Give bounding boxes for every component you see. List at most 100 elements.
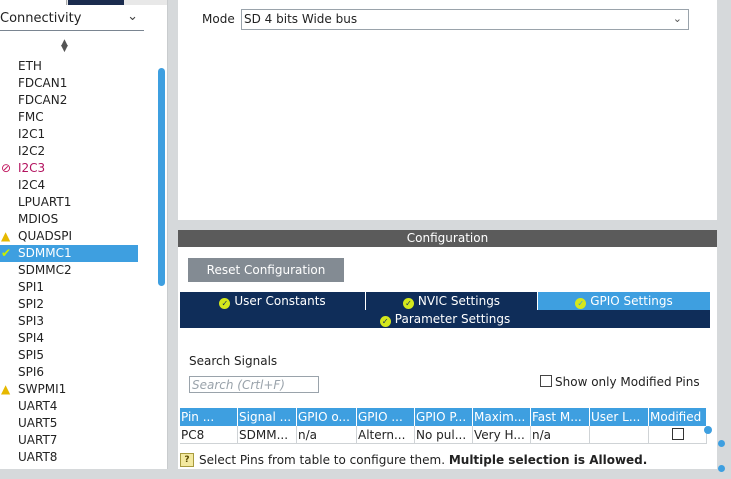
peripheral-item[interactable]: SDMMC2 — [0, 262, 138, 279]
tab-gpio-settings[interactable]: ✓ GPIO Settings — [538, 292, 711, 310]
peripheral-name: SPI4 — [18, 331, 45, 345]
peripheral-item[interactable]: SPI5 — [0, 347, 138, 364]
chevron-down-icon: ⌄ — [127, 9, 138, 24]
hint-bar: ? Select Pins from table to configure th… — [178, 451, 717, 469]
peripheral-item[interactable]: ⊘ I2C3 — [0, 160, 138, 177]
pin-table: Pin ... Signal ... GPIO o... GPIO ... GPIO P… — [180, 408, 707, 444]
column-header[interactable]: User L... — [590, 408, 649, 426]
show-modified-label: Show only Modified Pins — [555, 375, 700, 389]
peripheral-item[interactable]: I2C2 — [0, 143, 138, 160]
peripheral-item[interactable]: ▲ QUADSPI — [0, 228, 138, 245]
tab-label: NVIC Settings — [417, 294, 501, 308]
column-header[interactable]: Fast M... — [531, 408, 590, 426]
peripheral-name: I2C1 — [18, 127, 46, 141]
table-cell — [649, 426, 707, 444]
peripheral-item[interactable]: ✔ SDMMC1 — [0, 245, 138, 262]
peripheral-item[interactable]: UART8 — [0, 449, 138, 466]
reset-configuration-button[interactable]: Reset Configuration — [188, 258, 344, 282]
column-header[interactable]: GPIO o... — [297, 408, 357, 426]
peripheral-item[interactable]: SPI1 — [0, 279, 138, 296]
peripheral-name: SPI6 — [18, 365, 45, 379]
panel-tab-1[interactable] — [0, 0, 67, 5]
scrollbar-thumb[interactable] — [158, 68, 165, 286]
column-header[interactable]: Modified — [649, 408, 707, 426]
column-header[interactable]: Maxim... — [473, 408, 531, 426]
mode-label: Mode — [202, 12, 235, 26]
table-cell: Altern... — [357, 426, 415, 444]
check-circle-icon: ✓ — [379, 316, 391, 327]
panel-tab-2[interactable] — [68, 0, 124, 5]
peripheral-name: UART5 — [18, 416, 58, 430]
mode-panel: Mode SD 4 bits Wide bus ⌄ — [178, 0, 717, 220]
peripheral-item[interactable]: UART7 — [0, 432, 138, 449]
peripheral-item[interactable]: FDCAN1 — [0, 75, 138, 92]
check-icon: ✔ — [1, 246, 12, 260]
peripheral-item[interactable]: ▲ SWPMI1 — [0, 381, 138, 398]
chevron-down-icon: ⌄ — [672, 12, 682, 25]
resize-handle[interactable] — [718, 440, 728, 472]
column-header[interactable]: Pin ... — [180, 408, 238, 426]
warning-icon: ▲ — [1, 382, 11, 396]
show-modified-checkbox[interactable]: Show only Modified Pins — [540, 375, 700, 389]
peripheral-name: I2C2 — [18, 144, 46, 158]
peripheral-name: FMC — [18, 110, 44, 124]
peripheral-item[interactable]: ETH — [0, 58, 138, 75]
search-signals-label: Search Signals — [189, 354, 278, 368]
peripheral-item[interactable]: UART4 — [0, 398, 138, 415]
tab-nvic-settings[interactable]: ✓ NVIC Settings — [366, 292, 538, 310]
peripheral-panel: Connectivity ⌄ ▲ ▼ ETH FDCAN1 FDCAN2 FMC I2C1… — [0, 0, 168, 469]
modified-checkbox[interactable] — [672, 428, 684, 440]
peripheral-name: I2C3 — [18, 161, 46, 175]
table-cell: PC8 — [180, 426, 238, 444]
peripheral-item[interactable]: I2C4 — [0, 177, 138, 194]
tab-label: GPIO Settings — [590, 294, 673, 308]
table-row[interactable]: PC8 SDMM... n/a Altern... No pul... Very H...… — [180, 426, 707, 444]
peripheral-name: UART7 — [18, 433, 58, 447]
peripheral-item[interactable]: FMC — [0, 109, 138, 126]
table-cell: n/a — [531, 426, 590, 444]
category-label: Connectivity — [0, 11, 82, 26]
peripheral-name: SPI2 — [18, 297, 45, 311]
peripheral-item[interactable]: FDCAN2 — [0, 92, 138, 109]
configuration-header: Configuration — [178, 230, 717, 247]
peripheral-item[interactable]: LPUART1 — [0, 194, 138, 211]
search-signals-input[interactable] — [189, 376, 319, 393]
category-dropdown[interactable]: Connectivity ⌄ — [0, 8, 144, 31]
peripheral-name: SDMMC1 — [18, 246, 72, 260]
check-circle-icon: ✓ — [219, 298, 231, 309]
peripheral-item[interactable]: SPI4 — [0, 330, 138, 347]
table-cell: Very H... — [473, 426, 531, 444]
warning-icon: ▲ — [1, 229, 11, 243]
tab-user-constants[interactable]: ✓ User Constants — [180, 292, 366, 310]
configuration-panel: Configuration Reset Configuration ✓ User … — [178, 230, 717, 469]
peripheral-name: SDMMC2 — [18, 263, 72, 277]
column-header[interactable]: GPIO P... — [415, 408, 473, 426]
peripheral-name: SPI3 — [18, 314, 45, 328]
mode-select-value: SD 4 bits Wide bus — [244, 12, 358, 26]
scroll-indicator[interactable] — [704, 426, 712, 434]
dot-icon — [718, 465, 725, 472]
peripheral-name: SPI1 — [18, 280, 45, 294]
checkbox-icon[interactable] — [540, 375, 552, 387]
column-header[interactable]: GPIO ... — [357, 408, 415, 426]
peripheral-item[interactable]: SPI6 — [0, 364, 138, 381]
peripheral-item[interactable]: SPI3 — [0, 313, 138, 330]
tab-label: Parameter Settings — [394, 312, 511, 326]
hint-bold: Multiple selection is Allowed. — [448, 453, 648, 467]
peripheral-item[interactable]: UART5 — [0, 415, 138, 432]
peripheral-item[interactable]: MDIOS — [0, 211, 138, 228]
peripheral-list: ETH FDCAN1 FDCAN2 FMC I2C1 I2C2 ⊘ I2C3 I2C4 LPUAR… — [0, 58, 138, 466]
peripheral-name: UART8 — [18, 450, 58, 464]
mode-select[interactable]: SD 4 bits Wide bus ⌄ — [241, 9, 689, 30]
tab-label: User Constants — [234, 294, 326, 308]
peripheral-item[interactable]: SPI2 — [0, 296, 138, 313]
tab-parameter-settings[interactable]: ✓ Parameter Settings — [180, 310, 711, 328]
table-cell: SDMM... — [238, 426, 297, 444]
hint-text: Select Pins from table to configure them… — [199, 451, 647, 469]
table-cell: No pul... — [415, 426, 473, 444]
sort-icon[interactable]: ▲ ▼ — [61, 39, 68, 54]
column-header[interactable]: Signal ... — [238, 408, 297, 426]
dot-icon — [718, 440, 725, 447]
peripheral-item[interactable]: I2C1 — [0, 126, 138, 143]
check-circle-icon: ✓ — [402, 298, 414, 309]
